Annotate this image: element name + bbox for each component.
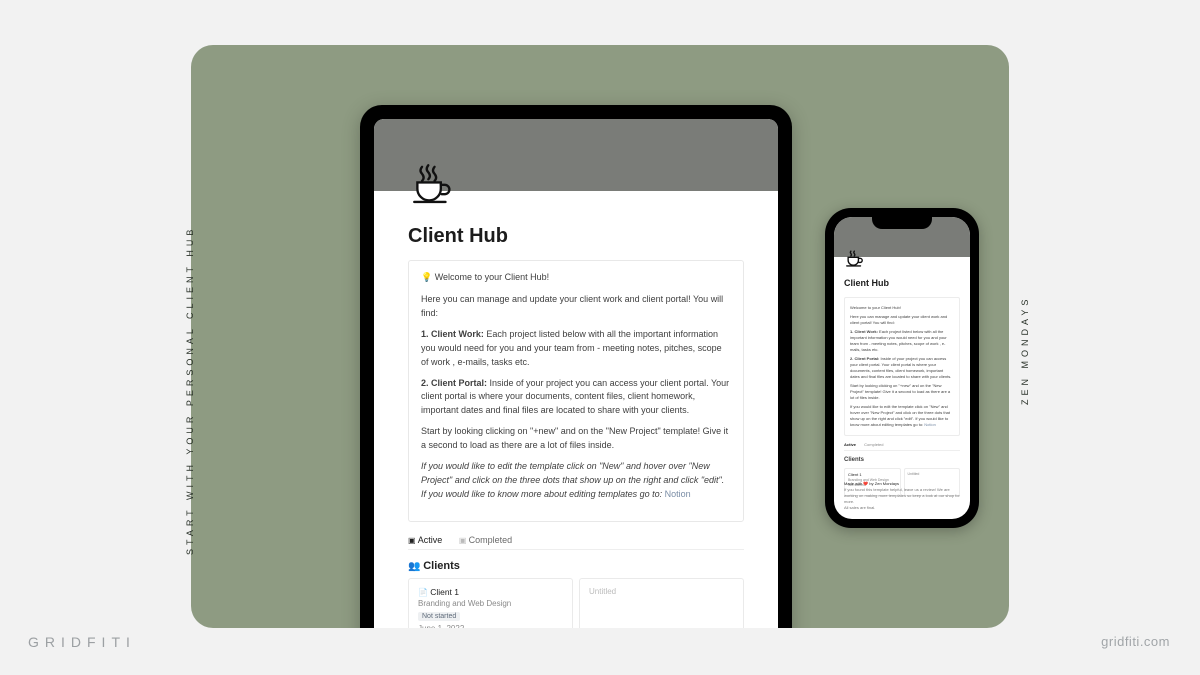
welcome-callout: Welcome to your Client Hub! Here you can…	[408, 260, 744, 522]
footer-blurb: If you found this template helpful, leav…	[844, 487, 960, 505]
page-body: Client Hub Welcome to your Client Hub! H…	[834, 257, 970, 496]
brand-logo-text: GRIDFITI	[28, 634, 136, 650]
page-footer: Made with ❤️ by Zen Mondays If you found…	[844, 481, 960, 511]
template-preview-card: Client Hub Welcome to your Client Hub! H…	[191, 45, 1009, 628]
coffee-cup-icon	[408, 159, 458, 209]
callout-edit-hint: If you would like to edit the template c…	[421, 460, 731, 502]
welcome-callout: Welcome to your Client Hub! Here you can…	[844, 297, 960, 436]
notion-link: Notion	[924, 422, 936, 427]
callout-point-2: 2. Client Portal: Inside of your project…	[850, 356, 954, 380]
callout-point-1: 1. Client Work: Each project listed belo…	[421, 328, 731, 370]
tab-active[interactable]: Active	[408, 535, 442, 545]
callout-point-2-label: 2. Client Portal:	[421, 378, 487, 388]
tablet-device-frame: Client Hub Welcome to your Client Hub! H…	[360, 105, 792, 628]
client-card-empty[interactable]: Untitled	[579, 578, 744, 628]
callout-point-1-label: 1. Client Work:	[421, 329, 484, 339]
callout-howto: Start by looking clicking on "+new" and …	[421, 425, 731, 453]
clients-heading: Clients	[408, 560, 744, 572]
callout-welcome-line: Welcome to your Client Hub!	[850, 305, 954, 311]
tablet-screen: Client Hub Welcome to your Client Hub! H…	[374, 119, 778, 628]
client-name: Untitled	[589, 587, 616, 596]
callout-edit-hint: If you would like to edit the template c…	[850, 404, 954, 428]
client-date: June 1, 2022	[418, 624, 563, 628]
database-tabs: Active Completed	[844, 442, 960, 451]
callout-point-2-label: 2. Client Portal:	[850, 356, 879, 361]
tab-completed[interactable]: Completed	[459, 535, 512, 545]
footer-policy: All sales are final.	[844, 505, 960, 511]
page-body: Client Hub Welcome to your Client Hub! H…	[374, 191, 778, 628]
clients-gallery: Client 1 Branding and Web Design Not sta…	[408, 578, 744, 628]
client-subtitle: Branding and Web Design	[418, 599, 563, 608]
right-vertical-caption: ZEN MONDAYS	[1020, 395, 1030, 405]
phone-device-frame: Client Hub Welcome to your Client Hub! H…	[825, 208, 979, 528]
tab-completed[interactable]: Completed	[864, 442, 883, 447]
callout-intro: Here you can manage and update your clie…	[850, 314, 954, 326]
client-name: Untitled	[908, 472, 957, 477]
phone-notch	[872, 217, 932, 229]
phone-screen: Client Hub Welcome to your Client Hub! H…	[834, 217, 970, 519]
callout-intro: Here you can manage and update your clie…	[421, 293, 731, 321]
callout-howto: Start by looking clicking on "+new" and …	[850, 383, 954, 401]
client-name: Client 1	[418, 587, 563, 597]
callout-welcome-line: Welcome to your Client Hub!	[421, 271, 731, 285]
callout-point-1: 1. Client Work: Each project listed belo…	[850, 329, 954, 353]
clients-heading: Clients	[844, 456, 960, 465]
notion-link[interactable]: Notion	[665, 489, 691, 499]
page-title: Client Hub	[408, 225, 744, 248]
client-card[interactable]: Client 1 Branding and Web Design Not sta…	[408, 578, 573, 628]
tab-active[interactable]: Active	[844, 442, 856, 447]
page-title: Client Hub	[844, 277, 960, 291]
brand-url: gridfiti.com	[1101, 634, 1170, 649]
callout-point-1-label: 1. Client Work:	[850, 329, 878, 334]
callout-point-2: 2. Client Portal: Inside of your project…	[421, 377, 731, 419]
left-vertical-caption: START WITH YOUR PERSONAL CLIENT HUB	[185, 545, 195, 555]
page-cover	[374, 119, 778, 191]
client-status-badge: Not started	[418, 612, 460, 621]
database-tabs: Active Completed	[408, 535, 744, 550]
coffee-cup-icon	[844, 247, 866, 269]
